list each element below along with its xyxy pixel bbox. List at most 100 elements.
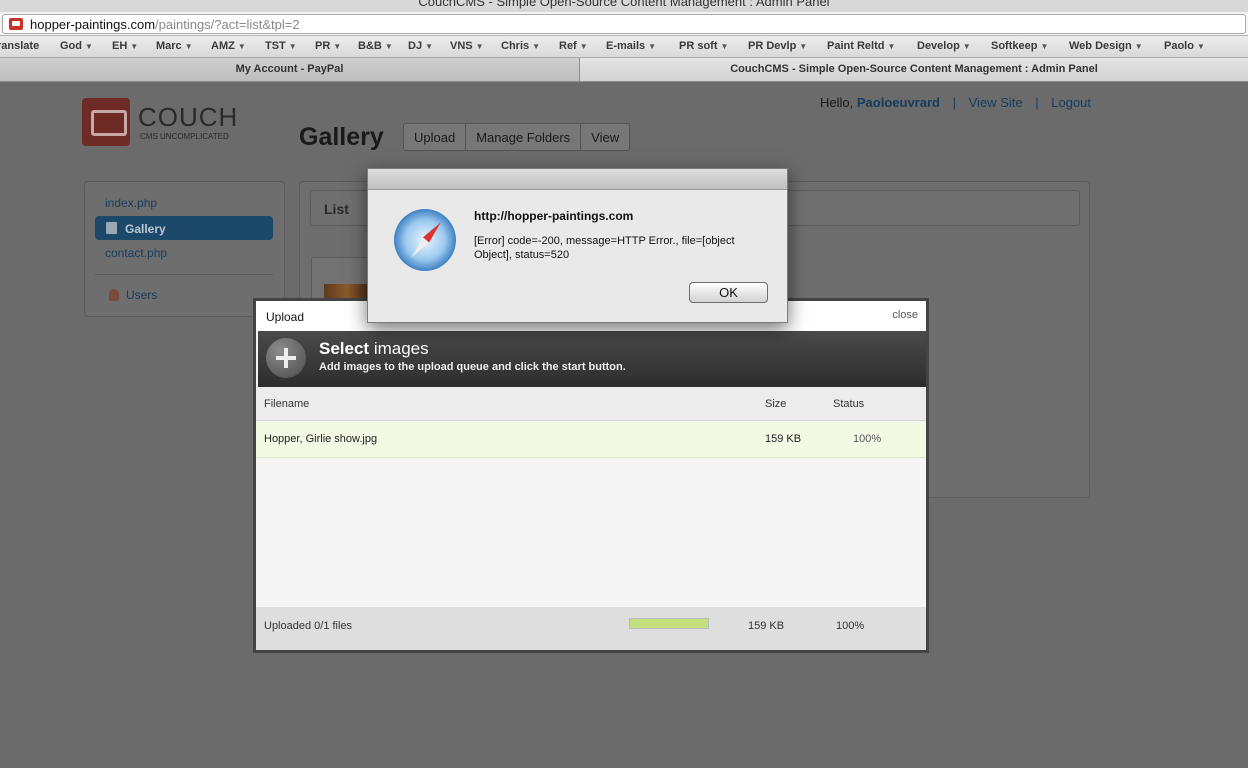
bookmarks-bar: ranslate God ▼ EH ▼ Marc ▼ AMZ ▼ TST ▼ PR ▼ B&… <box>0 36 1248 58</box>
site-favicon-icon <box>9 18 23 30</box>
chevron-down-icon: ▼ <box>237 42 246 51</box>
col-status: Status <box>833 398 865 410</box>
chevron-down-icon: ▼ <box>475 42 484 51</box>
ok-button[interactable]: OK <box>689 282 768 303</box>
safari-compass-icon <box>394 209 456 271</box>
bookmark-folder[interactable]: VNS ▼ <box>450 40 484 52</box>
chevron-down-icon: ▼ <box>184 42 193 51</box>
sidebar-item-gallery[interactable]: Gallery <box>95 216 273 240</box>
bookmark-folder[interactable]: God ▼ <box>60 40 93 52</box>
bookmark-folder[interactable]: Softkeep ▼ <box>991 40 1048 52</box>
view-site-link[interactable]: View Site <box>969 95 1023 110</box>
upload-progress-bar <box>629 618 709 629</box>
bookmark-folder[interactable]: EH ▼ <box>112 40 138 52</box>
bookmark-folder[interactable]: Marc ▼ <box>156 40 193 52</box>
separator: | <box>1035 95 1039 110</box>
url-text: hopper-paintings.com/paintings/?act=list… <box>30 17 300 32</box>
chevron-down-icon: ▼ <box>720 42 729 51</box>
upload-dialog: Upload close Select images Add images to… <box>253 298 929 653</box>
total-size: 159 KB <box>748 620 785 632</box>
bookmark-folder[interactable]: E-mails ▼ <box>606 40 656 52</box>
javascript-alert-dialog: http://hopper-paintings.com [Error] code… <box>367 168 788 323</box>
tab-manage-folders[interactable]: Manage Folders <box>466 124 582 150</box>
upload-summary: Uploaded 0/1 files <box>264 620 353 632</box>
alert-source: http://hopper-paintings.com <box>474 209 634 223</box>
url-host: hopper-paintings.com <box>30 17 156 32</box>
bookmark-folder[interactable]: PR ▼ <box>315 40 341 52</box>
chevron-down-icon: ▼ <box>333 42 342 51</box>
tab-couchcms[interactable]: CouchCMS - Simple Open-Source Content Ma… <box>580 58 1248 81</box>
page-title: Gallery <box>299 123 384 151</box>
chevron-down-icon: ▼ <box>384 42 393 51</box>
upload-queue-header: Filename Size Status <box>256 387 926 421</box>
file-name: Hopper, Girlie show.jpg <box>264 433 378 445</box>
bookmark-folder[interactable]: Paolo ▼ <box>1164 40 1205 52</box>
bookmark-item[interactable]: ranslate <box>0 40 39 52</box>
list-title: List <box>324 201 349 217</box>
couch-logo-icon <box>82 98 130 146</box>
tab-upload[interactable]: Upload <box>404 124 467 150</box>
address-bar[interactable]: hopper-paintings.com/paintings/?act=list… <box>0 12 1248 36</box>
select-images-banner: Select images Add images to the upload q… <box>258 331 926 387</box>
gallery-tabs: Upload Manage Folders View <box>403 123 631 151</box>
bookmark-folder[interactable]: PR soft ▼ <box>679 40 728 52</box>
sidebar-item-users[interactable]: Users <box>126 288 157 302</box>
couch-logo: COUCH CMS UNCOMPLICATED <box>82 98 242 148</box>
bookmark-folder[interactable]: Ref ▼ <box>559 40 588 52</box>
bookmark-folder[interactable]: Paint Reltd ▼ <box>827 40 895 52</box>
tab-paypal[interactable]: My Account - PayPal <box>0 58 580 81</box>
logo-wordmark: COUCH <box>138 102 239 132</box>
url-field[interactable]: hopper-paintings.com/paintings/?act=list… <box>2 14 1246 34</box>
browser-tab-bar: My Account - PayPal CouchCMS - Simple Op… <box>0 58 1248 82</box>
upload-queue-empty-area <box>256 458 926 607</box>
col-size: Size <box>765 398 787 410</box>
bookmark-folder[interactable]: AMZ ▼ <box>211 40 246 52</box>
sidebar-item-label: Gallery <box>125 222 166 236</box>
upload-progress-fill <box>630 619 708 628</box>
separator: | <box>952 95 956 110</box>
chevron-down-icon: ▼ <box>1196 42 1205 51</box>
logo-tagline: CMS UNCOMPLICATED <box>140 132 229 141</box>
chevron-down-icon: ▼ <box>799 42 808 51</box>
upload-queue-row: Hopper, Girlie show.jpg 159 KB 100% <box>256 422 926 458</box>
alert-title-bar <box>368 169 787 190</box>
sidebar-item-index[interactable]: index.php <box>105 196 157 210</box>
file-status: 100% <box>853 433 882 445</box>
alert-message: [Error] code=-200, message=HTTP Error., … <box>474 235 735 261</box>
sidebar-item-contact[interactable]: contact.php <box>105 246 167 260</box>
chevron-down-icon: ▼ <box>648 42 657 51</box>
close-button[interactable]: close <box>892 309 918 321</box>
user-links: Hello, Paoloeuvrard | View Site | Logout <box>820 95 1091 110</box>
upload-footer: Uploaded 0/1 files 159 KB 100% <box>256 607 926 650</box>
logout-link[interactable]: Logout <box>1051 95 1091 110</box>
url-path: /paintings/?act=list&tpl=2 <box>155 17 300 32</box>
select-images-heading[interactable]: Select images <box>319 339 429 359</box>
upload-dialog-title: Upload <box>266 310 305 324</box>
bookmark-folder[interactable]: B&B ▼ <box>358 40 393 52</box>
window-title: CouchCMS - Simple Open-Source Content Ma… <box>418 0 830 9</box>
sidebar: index.php Gallery contact.php Users <box>84 181 285 317</box>
bookmark-folder[interactable]: DJ ▼ <box>408 40 433 52</box>
chevron-down-icon: ▼ <box>532 42 541 51</box>
select-images-description: Add images to the upload queue and click… <box>319 361 626 373</box>
sidebar-divider <box>95 274 273 275</box>
window-title-bar: CouchCMS - Simple Open-Source Content Ma… <box>0 0 1248 12</box>
bookmark-folder[interactable]: TST ▼ <box>265 40 297 52</box>
col-filename: Filename <box>264 398 310 410</box>
chevron-down-icon: ▼ <box>288 42 297 51</box>
bookmark-folder[interactable]: PR Devlp ▼ <box>748 40 807 52</box>
file-size: 159 KB <box>765 433 802 445</box>
hello-text: Hello, <box>820 95 854 110</box>
chevron-down-icon: ▼ <box>1040 42 1049 51</box>
tab-view[interactable]: View <box>581 124 629 150</box>
bookmark-folder[interactable]: Web Design ▼ <box>1069 40 1143 52</box>
painting-thumbnail-image <box>324 284 370 298</box>
chevron-down-icon: ▼ <box>130 42 139 51</box>
bookmark-folder[interactable]: Develop ▼ <box>917 40 971 52</box>
chevron-down-icon: ▼ <box>85 42 93 51</box>
user-icon <box>109 289 119 301</box>
folder-icon <box>106 222 117 234</box>
username-link[interactable]: Paoloeuvrard <box>857 95 940 110</box>
add-images-plus-icon[interactable] <box>266 338 306 378</box>
bookmark-folder[interactable]: Chris ▼ <box>501 40 540 52</box>
